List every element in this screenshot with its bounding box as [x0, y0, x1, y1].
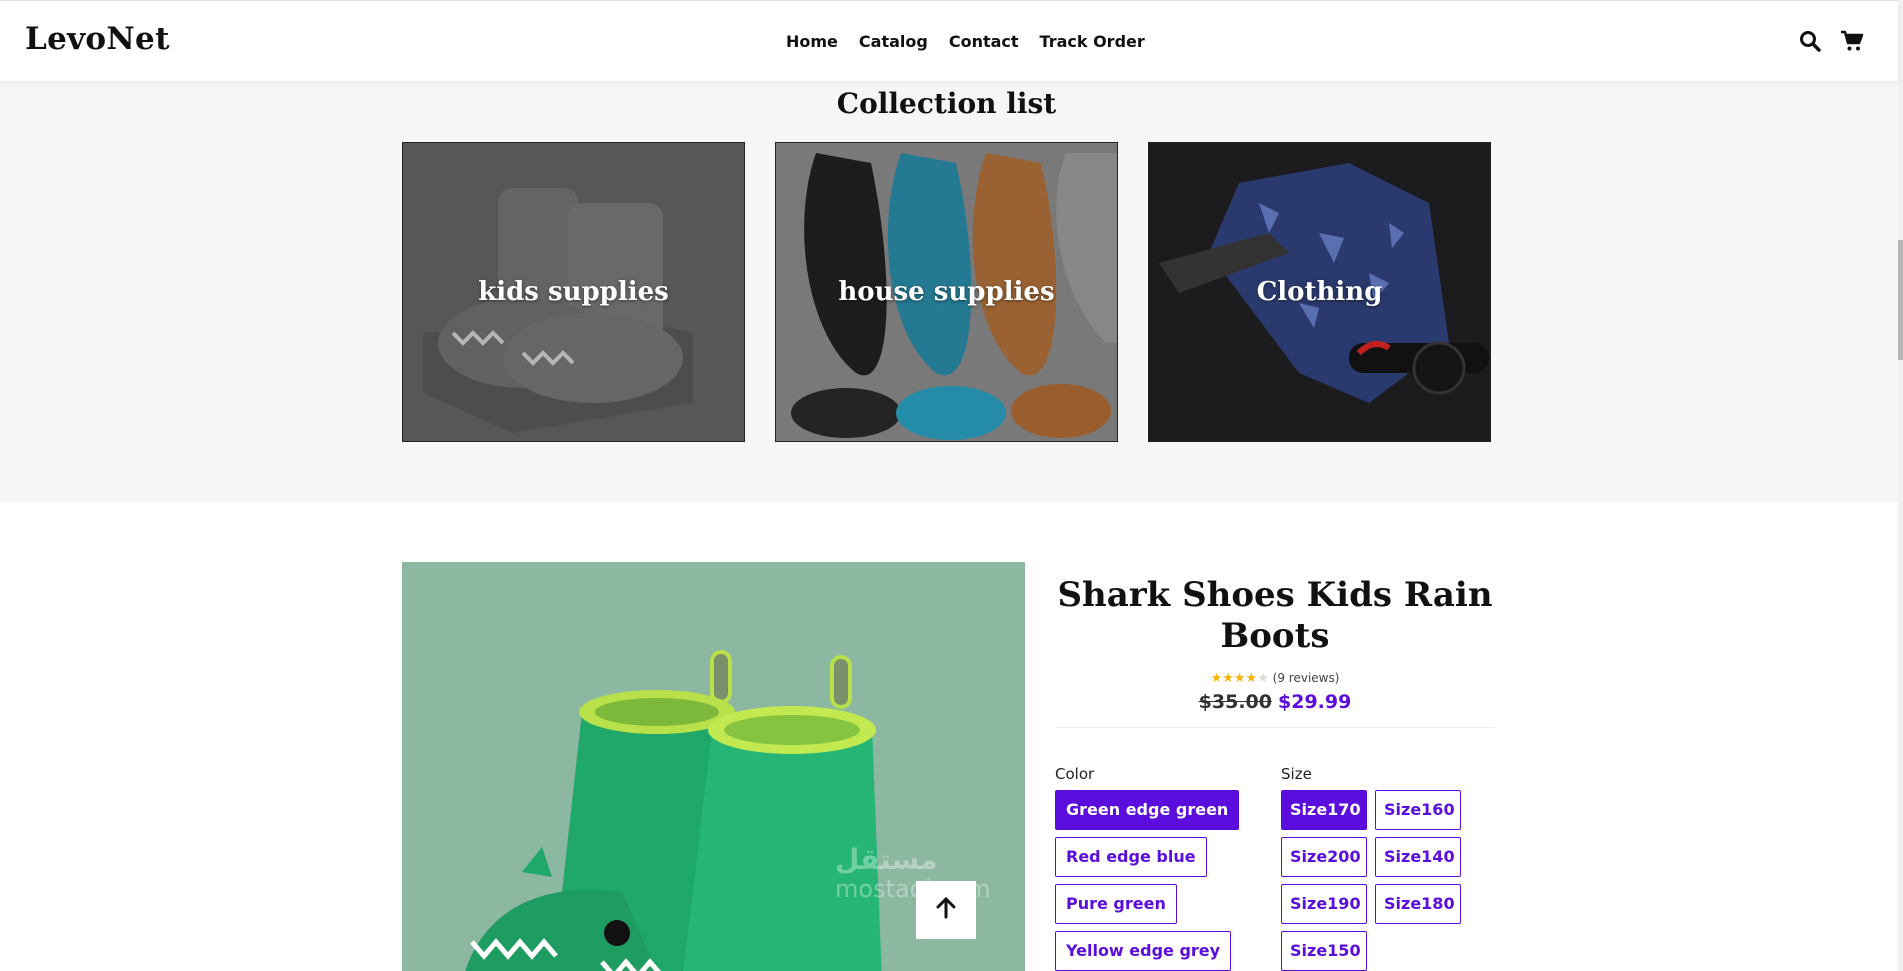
watermark-arabic: مستقل: [835, 843, 938, 876]
size-options: Size Size170 Size160 Size200 Size140 Size190…: [1281, 765, 1461, 971]
size-label: Size: [1281, 765, 1312, 783]
star-icon: ★: [1257, 671, 1269, 686]
size-option-button[interactable]: Size190: [1281, 884, 1367, 924]
page: LevoNet Home Catalog Contact Track Order…: [0, 0, 1903, 971]
size-list: Size170 Size160 Size200 Size140 Size190 Size1…: [1281, 790, 1461, 971]
color-list: Green edge green Red edge blue Pure green Y…: [1055, 790, 1240, 971]
collection-card-kids[interactable]: kids supplies: [402, 142, 745, 442]
size-option-button[interactable]: Size180: [1375, 884, 1461, 924]
color-option-button[interactable]: Green edge green: [1055, 790, 1240, 830]
divider: [1055, 727, 1495, 728]
nav-catalog[interactable]: Catalog: [859, 32, 928, 51]
cart-icon[interactable]: [1840, 29, 1864, 53]
old-price: $35.00: [1198, 691, 1272, 713]
scrollbar[interactable]: [1898, 0, 1903, 971]
main-nav: Home Catalog Contact Track Order: [786, 32, 1145, 51]
collection-card-label: house supplies: [838, 277, 1055, 307]
collection-card-label: kids supplies: [478, 277, 669, 307]
size-option-button[interactable]: Size200: [1281, 837, 1367, 877]
color-label: Color: [1055, 765, 1095, 783]
product-info: Shark Shoes Kids Rain Boots ★★★★★ (9 rev…: [1055, 575, 1495, 971]
star-icon: ★: [1222, 671, 1234, 686]
nav-contact[interactable]: Contact: [949, 32, 1019, 51]
collection-card-label: Clothing: [1256, 277, 1383, 307]
arrow-up-icon: [935, 896, 957, 923]
size-option-button[interactable]: Size140: [1375, 837, 1461, 877]
product-price: $35.00 $29.99: [1055, 691, 1495, 713]
size-option-button[interactable]: Size160: [1375, 790, 1461, 830]
nav-track-order[interactable]: Track Order: [1040, 32, 1145, 51]
color-options: Color Green edge green Red edge blue Pure …: [1055, 765, 1240, 971]
star-icon: ★: [1245, 671, 1258, 686]
size-option-button[interactable]: Size170: [1281, 790, 1367, 830]
review-count: (9 reviews): [1272, 671, 1340, 685]
rating-stars: ★★★★★: [1211, 671, 1269, 686]
color-option-button[interactable]: Red edge blue: [1055, 837, 1207, 877]
header-actions: [1798, 29, 1864, 53]
color-option-button[interactable]: Pure green: [1055, 884, 1177, 924]
sale-price: $29.99: [1278, 691, 1352, 713]
nav-home[interactable]: Home: [786, 32, 838, 51]
logo[interactable]: LevoNet: [25, 21, 170, 57]
collection-section: Collection list kids supplies house supp…: [0, 81, 1898, 502]
site-header: LevoNet Home Catalog Contact Track Order: [0, 0, 1898, 81]
product-title: Shark Shoes Kids Rain Boots: [1057, 575, 1493, 656]
collection-card-house[interactable]: house supplies: [775, 142, 1118, 442]
search-icon[interactable]: [1798, 29, 1822, 53]
color-option-button[interactable]: Yellow edge grey: [1055, 931, 1232, 971]
collection-title: Collection list: [836, 87, 1057, 120]
collection-card-clothing[interactable]: Clothing: [1148, 142, 1491, 442]
scroll-to-top-button[interactable]: [916, 881, 976, 939]
size-option-button[interactable]: Size150: [1281, 931, 1367, 971]
star-icon: ★: [1210, 671, 1223, 686]
scrollbar-thumb[interactable]: [1898, 240, 1903, 360]
star-icon: ★: [1233, 671, 1246, 686]
product-rating[interactable]: ★★★★★ (9 reviews): [1055, 671, 1495, 686]
